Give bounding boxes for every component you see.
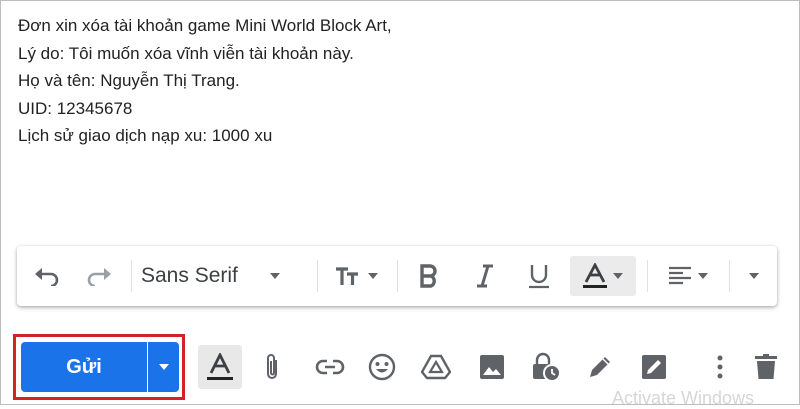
edit-note-icon — [642, 355, 666, 379]
send-options-button[interactable] — [148, 342, 179, 392]
chevron-down-icon — [613, 273, 623, 279]
text-color-button[interactable] — [570, 256, 636, 296]
bold-icon — [420, 264, 437, 288]
undo-icon — [35, 268, 59, 286]
body-line: Đơn xin xóa tài khoản game Mini World Bl… — [18, 16, 392, 35]
chevron-down-icon — [749, 273, 759, 279]
link-icon — [315, 359, 345, 375]
toolbar-divider — [729, 260, 730, 292]
bold-button[interactable] — [409, 256, 449, 296]
text-size-icon — [336, 267, 358, 285]
lock-clock-icon — [533, 352, 561, 382]
font-family-label: Sans Serif — [141, 264, 238, 287]
attach-file-button[interactable] — [250, 345, 294, 389]
toolbar-divider — [647, 260, 648, 292]
underline-icon — [529, 265, 549, 289]
trash-icon — [755, 354, 777, 379]
font-size-button[interactable] — [325, 256, 387, 296]
chevron-down-icon — [269, 273, 280, 279]
body-line: Lịch sử giao dịch nạp xu: 1000 xu — [18, 126, 273, 145]
image-icon — [480, 355, 504, 379]
more-vert-icon — [717, 355, 723, 379]
edit-draft-button[interactable] — [632, 345, 676, 389]
font-family-select[interactable]: Sans Serif — [141, 256, 307, 296]
body-line: Họ và tên: Nguyễn Thị Trang. — [18, 71, 240, 90]
formatting-toolbar: Sans Serif — [17, 246, 777, 306]
align-button[interactable] — [657, 256, 719, 296]
align-left-icon — [669, 266, 691, 285]
toolbar-divider — [131, 260, 132, 292]
insert-emoji-button[interactable] — [360, 345, 404, 389]
undo-button[interactable] — [27, 256, 67, 296]
more-formatting-button[interactable] — [739, 256, 769, 296]
send-button-highlight: Gửi — [13, 334, 185, 400]
emoji-icon — [368, 353, 396, 381]
italic-icon — [477, 264, 493, 288]
confidential-mode-button[interactable] — [524, 345, 568, 389]
redo-button[interactable] — [79, 256, 119, 296]
underline-button[interactable] — [519, 256, 559, 296]
toolbar-divider — [397, 260, 398, 292]
more-options-button[interactable] — [698, 345, 742, 389]
insert-photo-button[interactable] — [470, 345, 514, 389]
insert-drive-button[interactable] — [414, 345, 458, 389]
insert-link-button[interactable] — [308, 345, 352, 389]
body-line: UID: 12345678 — [18, 98, 133, 118]
drive-icon — [421, 354, 451, 380]
send-button[interactable]: Gửi — [21, 342, 147, 392]
toolbar-divider — [317, 260, 318, 292]
chevron-down-icon — [158, 364, 169, 370]
text-color-icon — [583, 263, 607, 288]
redo-icon — [87, 268, 111, 286]
body-line: Lý do: Tôi muốn xóa vĩnh viễn tài khoản … — [18, 43, 354, 63]
pen-icon — [590, 357, 610, 377]
windows-activation-watermark: Activate Windows — [612, 388, 755, 408]
formatting-options-button[interactable] — [198, 345, 242, 389]
format-text-icon — [207, 353, 233, 380]
discard-draft-button[interactable] — [744, 345, 788, 389]
chevron-down-icon — [368, 273, 378, 279]
message-body[interactable]: Đơn xin xóa tài khoản game Mini World Bl… — [18, 12, 392, 150]
italic-button[interactable] — [465, 256, 505, 296]
chevron-down-icon — [698, 273, 708, 279]
paperclip-icon — [267, 354, 277, 379]
insert-signature-button[interactable] — [578, 345, 622, 389]
